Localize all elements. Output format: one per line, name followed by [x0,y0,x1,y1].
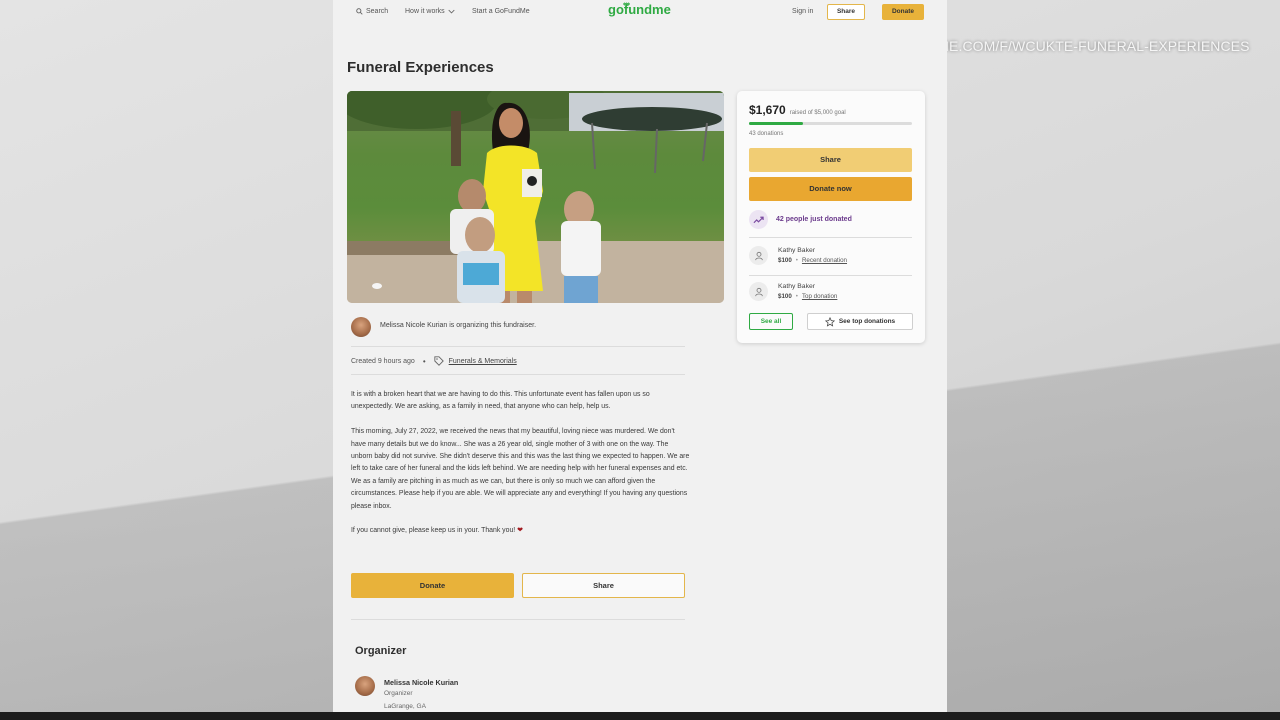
how-it-works-label: How it works [405,8,445,15]
chevron-down-icon [448,9,455,14]
logo-text: gofundme [608,2,671,17]
organizer-location: LaGrange, GA [384,703,426,710]
donor-item: Kathy Baker $100 • Recent donation [749,246,847,265]
story-paragraph: This morning, July 27, 2022, we received… [351,428,690,510]
donor-icon [749,246,768,265]
star-icon [824,316,835,327]
divider [351,346,685,347]
see-top-label: See top donations [838,318,896,325]
organizer-role: Organizer [384,690,413,697]
story-paragraph: If you cannot give, please keep us in yo… [351,525,691,537]
raised-summary: $1,670 raised of $5,000 goal [749,103,846,117]
donor-separator: • [795,293,798,300]
heart-icon: ❤ [517,527,523,535]
category-link[interactable]: Funerals & Memorials [449,358,517,365]
sign-in-link[interactable]: Sign in [792,8,813,15]
photo-illustration [347,91,724,303]
organizer-avatar[interactable] [355,676,375,696]
recent-activity: 42 people just donated [749,210,852,229]
donation-card: $1,670 raised of $5,000 goal 43 donation… [737,91,925,343]
raised-amount: $1,670 [749,103,786,117]
progress-fill [749,122,804,125]
donor-amount: $100 [778,293,792,300]
divider [749,237,912,238]
trending-icon [749,210,768,229]
story-closing: If you cannot give, please keep us in yo… [351,527,516,535]
donor-name: Kathy Baker [778,247,816,254]
donate-button[interactable]: Donate [351,573,514,598]
campaign-story: It is with a broken heart that we are ha… [351,389,691,550]
divider [351,374,685,375]
donor-separator: • [795,257,798,264]
nav-donate-button[interactable]: Donate [882,4,924,20]
search-icon [356,8,363,15]
logo-sprout-icon: ⁎⁎⁎ [623,1,630,7]
tag-icon [434,356,444,366]
divider [351,619,685,620]
bottom-bar [0,712,1280,720]
organizer-line: Melissa Nicole Kurian is organizing this… [380,322,537,329]
donor-details: $100 • Top donation [778,293,837,300]
donor-name: Kathy Baker [778,283,816,290]
gofundme-logo[interactable]: ⁎⁎⁎ gofundme [608,1,671,17]
donor-label[interactable]: Recent donation [802,257,847,264]
top-nav: Search How it works Start a GoFundMe ⁎⁎⁎… [333,0,947,26]
see-all-button[interactable]: See all [749,313,793,330]
campaign-title: Funeral Experiences [347,59,494,76]
goal-text: raised of $5,000 goal [789,110,846,116]
fundraiser-page: Search How it works Start a GoFundMe ⁎⁎⁎… [333,0,947,712]
search-label: Search [366,8,389,15]
how-it-works-menu[interactable]: How it works [405,8,455,15]
organizer-name[interactable]: Melissa Nicole Kurian [384,678,458,687]
share-button[interactable]: Share [522,573,685,598]
sidebar-share-button[interactable]: Share [749,148,912,172]
organizer-avatar [351,317,371,337]
meta-separator: • [422,356,426,366]
progress-bar [749,122,912,125]
donor-label[interactable]: Top donation [802,293,837,300]
campaign-photo [347,91,724,303]
story-paragraph: It is with a broken heart that we are ha… [351,391,650,411]
start-gofundme-link[interactable]: Start a GoFundMe [472,8,530,15]
donor-icon [749,282,768,301]
donation-count: 43 donations [749,131,784,137]
created-time: Created 9 hours ago [351,357,415,365]
nav-share-button[interactable]: Share [827,4,865,20]
search-link[interactable]: Search [356,8,388,15]
donor-details: $100 • Recent donation [778,257,847,264]
campaign-meta: Created 9 hours ago • Funerals & Memoria… [351,356,517,366]
donor-amount: $100 [778,257,792,264]
divider [749,275,912,276]
donate-now-button[interactable]: Donate now [749,177,912,201]
donor-item: Kathy Baker $100 • Top donation [749,282,837,301]
just-donated-text: 42 people just donated [776,216,852,223]
see-top-donations-button[interactable]: See top donations [807,313,913,330]
organizer-heading: Organizer [355,645,407,657]
